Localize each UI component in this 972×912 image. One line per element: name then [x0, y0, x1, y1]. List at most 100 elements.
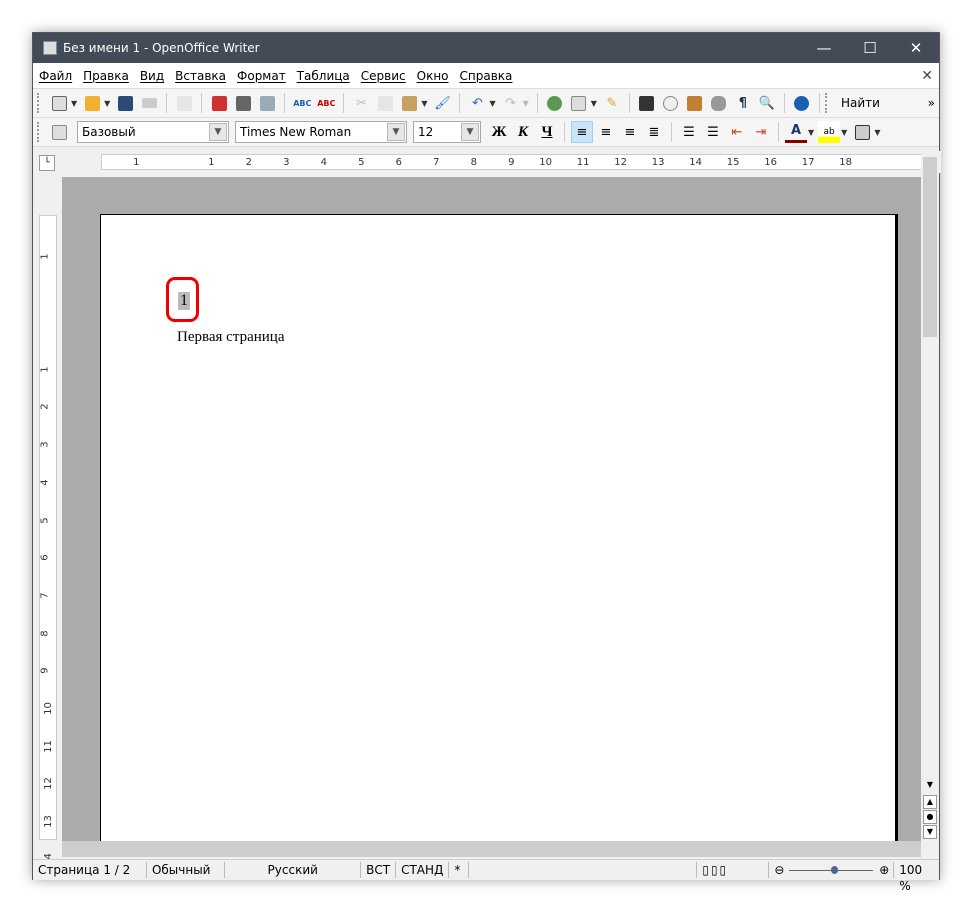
find-replace-icon[interactable]: [636, 92, 658, 114]
font-name-select[interactable]: Times New Roman ▼: [235, 121, 407, 143]
chevron-down-icon[interactable]: ▼: [461, 123, 479, 141]
save-icon[interactable]: [114, 92, 136, 114]
chevron-down-icon[interactable]: ▼: [104, 99, 110, 108]
status-language[interactable]: Русский: [225, 862, 362, 878]
menu-window[interactable]: Окно: [417, 69, 449, 83]
justify-icon[interactable]: ≣: [643, 121, 665, 143]
document-text[interactable]: Первая страница: [177, 329, 284, 346]
document-canvas[interactable]: 1 Первая страница: [62, 177, 921, 841]
draw-functions-icon[interactable]: ✎: [601, 92, 623, 114]
pilcrow-icon[interactable]: ¶: [732, 92, 754, 114]
chevron-down-icon[interactable]: ▼: [841, 128, 847, 137]
app-window: Без имени 1 - OpenOffice Writer — ☐ ✕ Фа…: [32, 32, 941, 893]
scrollbar-thumb[interactable]: [923, 157, 937, 337]
menu-format[interactable]: Формат: [237, 69, 286, 83]
vertical-ruler[interactable]: 11234567891011121314: [39, 215, 57, 866]
table-icon[interactable]: [568, 92, 590, 114]
zoom-slider-thumb[interactable]: [831, 866, 839, 874]
font-size-select[interactable]: 12 ▼: [413, 121, 481, 143]
toolbar-overflow-button[interactable]: »: [928, 96, 935, 110]
maximize-button[interactable]: ☐: [847, 33, 893, 63]
toolbar-grip[interactable]: [37, 122, 41, 142]
chevron-down-icon[interactable]: ▼: [387, 123, 405, 141]
status-zoom[interactable]: 100 %: [894, 862, 939, 893]
zoom-slider[interactable]: ⊖ ⊕: [769, 862, 895, 878]
styles-formatting-icon[interactable]: [48, 121, 70, 143]
open-folder-icon[interactable]: [81, 92, 103, 114]
zoom-out-icon[interactable]: ⊖: [774, 863, 784, 877]
edit-file-icon[interactable]: [173, 92, 195, 114]
toolbar-grip[interactable]: [37, 93, 41, 113]
horizontal-ruler[interactable]: 1 1 2 3 4 5 6 7 8 9 10 11 12 13 14 15 16 17 18: [101, 154, 924, 170]
status-selection-mode[interactable]: СТАНД: [396, 862, 450, 878]
page[interactable]: 1 Первая страница: [100, 214, 896, 841]
minimize-button[interactable]: —: [801, 33, 847, 63]
status-page-style[interactable]: Обычный: [147, 862, 226, 878]
chevron-down-icon[interactable]: ▼: [421, 99, 427, 108]
new-document-icon[interactable]: [48, 92, 70, 114]
paste-icon[interactable]: [398, 92, 420, 114]
print-icon[interactable]: [232, 92, 254, 114]
copy-icon[interactable]: [374, 92, 396, 114]
chevron-down-icon[interactable]: ▼: [523, 99, 529, 108]
menu-edit[interactable]: Правка: [83, 69, 129, 83]
increase-indent-icon[interactable]: ⇥: [750, 121, 772, 143]
font-color-icon[interactable]: A: [785, 121, 807, 143]
data-sources-icon[interactable]: [708, 92, 730, 114]
export-pdf-icon[interactable]: [208, 92, 230, 114]
gallery-icon[interactable]: [684, 92, 706, 114]
align-left-icon[interactable]: ≡: [571, 121, 593, 143]
email-icon[interactable]: [138, 92, 160, 114]
italic-button[interactable]: К: [512, 121, 534, 143]
bullets-icon[interactable]: ☰: [702, 121, 724, 143]
chevron-down-icon[interactable]: ▼: [489, 99, 495, 108]
chevron-down-icon[interactable]: ▼: [591, 99, 597, 108]
paragraph-style-select[interactable]: Базовый ▼: [77, 121, 229, 143]
toolbar-grip[interactable]: [824, 93, 829, 113]
navigator-icon[interactable]: [660, 92, 682, 114]
redo-icon[interactable]: ↷: [500, 92, 522, 114]
menu-file[interactable]: Файл: [39, 69, 72, 83]
underline-button[interactable]: Ч: [536, 121, 558, 143]
menu-insert[interactable]: Вставка: [175, 69, 226, 83]
highlighting-icon[interactable]: ab: [818, 121, 841, 143]
print-preview-icon[interactable]: [256, 92, 278, 114]
close-button[interactable]: ✕: [893, 33, 939, 63]
horizontal-scrollbar[interactable]: [62, 841, 921, 857]
menu-table[interactable]: Таблица: [297, 69, 350, 83]
autospellcheck-icon[interactable]: ABC: [315, 92, 337, 114]
hyperlink-icon[interactable]: [544, 92, 566, 114]
previous-page-icon[interactable]: ▲: [923, 795, 937, 809]
decrease-indent-icon[interactable]: ⇤: [726, 121, 748, 143]
cut-icon[interactable]: ✂: [350, 92, 372, 114]
menu-help[interactable]: Справка: [460, 69, 513, 83]
find-toolbar-label[interactable]: Найти: [841, 96, 880, 110]
status-page[interactable]: Страница 1 / 2: [33, 862, 147, 878]
spellcheck-icon[interactable]: ABC: [291, 92, 313, 114]
chevron-down-icon[interactable]: ▼: [209, 123, 227, 141]
format-paintbrush-icon[interactable]: 🖌: [431, 92, 453, 114]
status-modified[interactable]: *: [449, 862, 469, 878]
chevron-down-icon[interactable]: ▼: [874, 128, 880, 137]
zoom-in-icon[interactable]: ⊕: [879, 862, 889, 878]
status-insert-mode[interactable]: ВСТ: [361, 862, 397, 878]
bold-button[interactable]: Ж: [488, 121, 510, 143]
view-layout-buttons[interactable]: ▯▯▯: [697, 862, 770, 878]
undo-icon[interactable]: ↶: [466, 92, 488, 114]
help-icon[interactable]: [791, 92, 813, 114]
navigation-icon[interactable]: ●: [923, 810, 937, 824]
tab-stop-selector[interactable]: └: [39, 155, 55, 171]
chevron-down-icon[interactable]: ▼: [808, 128, 814, 137]
numbering-icon[interactable]: ☰: [678, 121, 700, 143]
scroll-down-icon[interactable]: ▼: [923, 779, 937, 793]
menu-view[interactable]: Вид: [140, 69, 164, 83]
background-color-icon[interactable]: [851, 121, 873, 143]
chevron-down-icon[interactable]: ▼: [71, 99, 77, 108]
next-page-icon[interactable]: ▼: [923, 825, 937, 839]
close-document-button[interactable]: ✕: [921, 68, 933, 84]
align-right-icon[interactable]: ≡: [619, 121, 641, 143]
align-center-icon[interactable]: ≡: [595, 121, 617, 143]
menu-tools[interactable]: Сервис: [361, 69, 406, 83]
vertical-scrollbar[interactable]: ▼ ▲ ● ▼: [921, 151, 939, 841]
zoom-icon[interactable]: 🔍: [756, 92, 778, 114]
